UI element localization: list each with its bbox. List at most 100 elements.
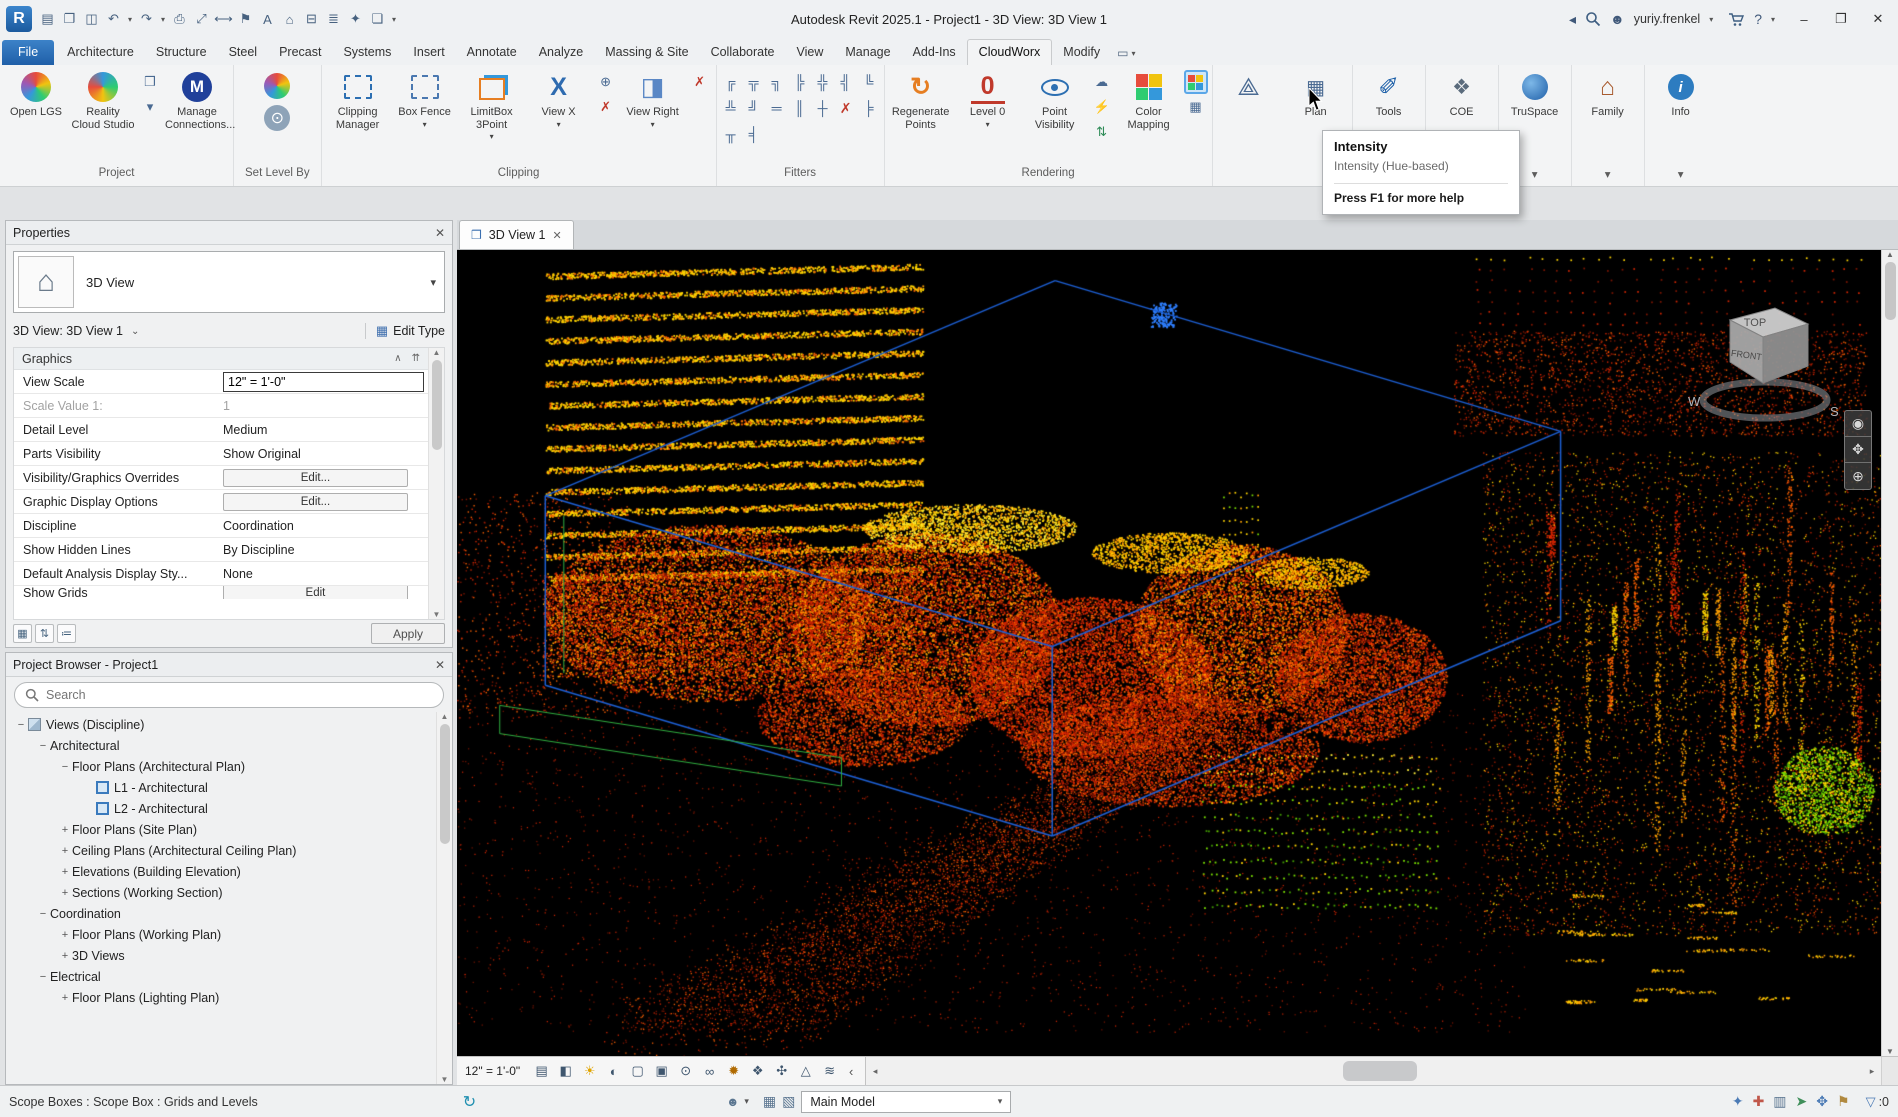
fitter-icon[interactable]: ╩	[720, 97, 742, 119]
properties-close-icon[interactable]: ✕	[435, 226, 445, 240]
restore-button[interactable]: ❐	[1827, 7, 1855, 31]
scroll-down-icon[interactable]: ▼	[433, 610, 441, 619]
tree-item[interactable]: −Coordination	[10, 903, 436, 924]
thin-lines-icon[interactable]: ≣	[323, 8, 344, 30]
detail-level-icon[interactable]: ▤	[530, 1060, 553, 1083]
tab-view[interactable]: View	[786, 40, 835, 65]
scroll-up-icon[interactable]: ▲	[433, 348, 441, 357]
scroll-thumb[interactable]	[1885, 262, 1896, 320]
design-options-icon[interactable]: ▦	[763, 1093, 776, 1110]
clear-view-icon[interactable]: ✗	[689, 71, 711, 93]
steering-wheel-icon[interactable]: ◉	[1845, 411, 1871, 437]
tab-modify[interactable]: Modify	[1052, 40, 1111, 65]
minimize-button[interactable]: –	[1790, 7, 1818, 31]
view-right-button[interactable]: ◨ View Right ▾	[620, 67, 686, 162]
constraints-icon[interactable]: ≋	[818, 1060, 841, 1083]
tree-item[interactable]: L2 - Architectural	[10, 798, 436, 819]
fitter-icon[interactable]: ╝	[743, 97, 765, 119]
search-box[interactable]	[14, 682, 444, 708]
shadows-icon[interactable]: ◐	[602, 1060, 625, 1083]
tab-massing-site[interactable]: Massing & Site	[594, 40, 699, 65]
import-folder-icon[interactable]: ❒	[139, 71, 161, 93]
analytical-model-icon[interactable]: △	[794, 1060, 817, 1083]
weather-overlay-icon[interactable]: ☁	[1091, 71, 1113, 93]
tab-architecture[interactable]: Architecture	[56, 40, 145, 65]
visual-style-icon[interactable]: ◧	[554, 1060, 577, 1083]
add-clip-icon[interactable]: ⊕	[595, 71, 617, 93]
user-menu-dropdown-icon[interactable]: ▾	[1709, 15, 1719, 24]
family-button[interactable]: ⌂ Family	[1575, 67, 1641, 162]
aligned-dimension-icon[interactable]: ⟷	[213, 8, 234, 30]
select-underlay-icon[interactable]: ▥	[1773, 1093, 1786, 1110]
tab-manage[interactable]: Manage	[834, 40, 901, 65]
displacement-icon[interactable]: ✣	[770, 1060, 793, 1083]
scroll-thumb[interactable]	[1343, 1061, 1417, 1081]
user-interface-icon[interactable]: ✦	[345, 8, 366, 30]
hide-isolate-icon[interactable]: ∞	[698, 1060, 721, 1083]
project-browser-close-icon[interactable]: ✕	[435, 658, 445, 672]
sun-path-icon[interactable]: ☀	[578, 1060, 601, 1083]
info-button[interactable]: i Info	[1648, 67, 1714, 162]
sort-ascending-icon[interactable]: ⇅	[35, 624, 54, 643]
undo-icon[interactable]: ↶	[103, 8, 124, 30]
select-by-face-icon[interactable]: ➤	[1796, 1093, 1808, 1110]
scroll-right-icon[interactable]: ▸	[1863, 1066, 1881, 1077]
properties-header[interactable]: Properties ✕	[6, 221, 452, 245]
search-icon[interactable]	[1585, 11, 1601, 27]
collapse-all-icon[interactable]: ⇈	[412, 353, 420, 364]
manage-connections-button[interactable]: M Manage Connections...	[164, 67, 230, 162]
section-icon[interactable]: ⊟	[301, 8, 322, 30]
clipping-manager-button[interactable]: Clipping Manager	[325, 67, 391, 162]
redo-dropdown-icon[interactable]: ▾	[158, 8, 168, 30]
default-3d-view-icon[interactable]: ⌂	[279, 8, 300, 30]
tag-icon[interactable]: ⚑	[235, 8, 256, 30]
tab-structure[interactable]: Structure	[145, 40, 218, 65]
discipline-value[interactable]: Coordination	[219, 519, 444, 533]
scroll-left-icon[interactable]: ◂	[866, 1066, 884, 1077]
fitter-icon[interactable]: ╗	[766, 71, 788, 93]
tab-cloudworx[interactable]: CloudWorx	[967, 39, 1053, 65]
user-avatar-icon[interactable]: ☻	[1610, 11, 1625, 27]
vertical-scrollbar[interactable]: ▲ ▼	[1881, 250, 1898, 1056]
view-scale-input[interactable]	[223, 372, 424, 392]
fitter-icon[interactable]: ╔	[720, 71, 742, 93]
fitter-icon[interactable]: ╦	[743, 71, 765, 93]
view-scale-control[interactable]: 12" = 1'-0"	[462, 1064, 529, 1078]
tree-item[interactable]: +Ceiling Plans (Architectural Ceiling Pl…	[10, 840, 436, 861]
apply-button[interactable]: Apply	[371, 623, 445, 644]
default-analysis-value[interactable]: None	[219, 567, 444, 581]
design-options-icon-2[interactable]: ▧	[782, 1093, 795, 1110]
customize-qat-dropdown-icon[interactable]: ▾	[389, 8, 399, 30]
vg-overrides-edit-button[interactable]: Edit...	[223, 469, 408, 487]
drag-on-selection-icon[interactable]: ✥	[1816, 1093, 1828, 1110]
horizontal-scrollbar[interactable]: ◂ ▸	[866, 1057, 1881, 1085]
file-icon[interactable]: ▤	[37, 8, 58, 30]
save-icon[interactable]: ◫	[81, 8, 102, 30]
tree-item[interactable]: +3D Views	[10, 945, 436, 966]
fitter-icon[interactable]: ╡	[743, 123, 765, 145]
tree-item[interactable]: +Floor Plans (Site Plan)	[10, 819, 436, 840]
help-dropdown-icon[interactable]: ▾	[1771, 15, 1781, 24]
tab-systems[interactable]: Systems	[332, 40, 402, 65]
lighting-icon[interactable]: ⚡	[1091, 96, 1113, 118]
graphic-display-edit-button[interactable]: Edit...	[223, 493, 408, 511]
tab-precast[interactable]: Precast	[268, 40, 332, 65]
measure-icon[interactable]: ⤢	[191, 8, 212, 30]
group-properties-icon[interactable]: ▦	[13, 624, 32, 643]
press-drag-icon[interactable]: ⚑	[1837, 1093, 1850, 1110]
fitter-icon[interactable]: ┼	[812, 97, 834, 119]
search-input[interactable]	[46, 688, 433, 702]
collapse-control-bar-icon[interactable]: ‹	[842, 1060, 860, 1083]
project-dropdown-icon[interactable]: ▾	[139, 96, 161, 118]
fitter-remove-icon[interactable]: ✗	[835, 97, 857, 119]
fitter-icon[interactable]: ═	[766, 97, 788, 119]
limitbox-dropdown-icon[interactable]: ▾	[490, 132, 494, 141]
tab-annotate[interactable]: Annotate	[456, 40, 528, 65]
undo-dropdown-icon[interactable]: ▾	[125, 8, 135, 30]
crop-view-icon[interactable]: ▢	[626, 1060, 649, 1083]
design-option-select[interactable]: Main Model ▾	[801, 1091, 1011, 1113]
color-mapping-button[interactable]: Color Mapping	[1116, 67, 1182, 162]
close-button[interactable]: ✕	[1864, 7, 1892, 31]
fitter-icon[interactable]: ╣	[835, 71, 857, 93]
view-tab-3d-view-1[interactable]: ❒ 3D View 1 ✕	[459, 220, 574, 249]
